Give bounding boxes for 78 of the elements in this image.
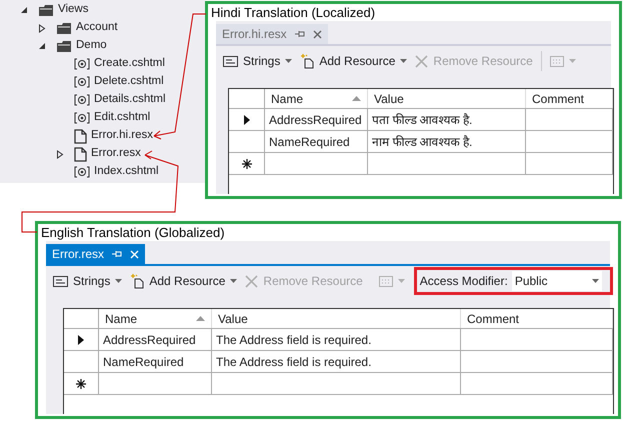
expanded-arrow-icon[interactable] — [38, 42, 46, 50]
razor-file-icon — [74, 58, 90, 70]
table-cell-text: AddressRequired — [269, 112, 362, 128]
panel-title: English Translation (Globalized) — [40, 224, 226, 241]
add-document-icon — [300, 54, 314, 68]
razor-file-icon — [74, 166, 90, 178]
document-icon — [74, 146, 87, 162]
tab-label: Error.hi.resx — [222, 26, 287, 43]
column-header[interactable]: Name — [99, 309, 212, 328]
column-header[interactable]: Comment — [461, 309, 613, 328]
delete-icon — [415, 54, 428, 68]
table-cell-text: NameRequired — [269, 134, 350, 150]
dropdown-caret-icon — [398, 279, 405, 283]
folder-icon — [56, 22, 72, 34]
add-toolbar-button[interactable]: Add Resource — [296, 50, 412, 72]
sort-arrow-icon — [352, 96, 361, 101]
document-icon — [74, 128, 87, 144]
current-row-icon — [78, 334, 84, 344]
tree-item[interactable]: Index.cshtml — [94, 163, 159, 181]
current-row-icon — [244, 114, 250, 124]
dropdown-caret-icon — [568, 59, 576, 63]
tree-item[interactable]: Demo — [76, 37, 107, 55]
grid-view-icon — [378, 276, 393, 286]
tree-item[interactable]: Edit.cshtml — [94, 109, 150, 127]
dropdown-caret-icon — [115, 279, 122, 283]
grid-row[interactable]: AddressRequired The Address field is required. — [64, 329, 613, 351]
close-icon[interactable] — [312, 30, 322, 38]
dropdown-caret-icon — [285, 59, 292, 63]
grid-row[interactable]: NameRequired The Address field is required. — [64, 351, 613, 373]
table-cell-text: NameRequired — [103, 354, 184, 370]
grid-row[interactable]: AddressRequired पता फील्ड आवश्यक है. — [229, 109, 613, 131]
table-cell-text: AddressRequired — [103, 332, 196, 348]
table-cell-text: The Address field is required. — [216, 332, 372, 348]
column-header[interactable]: Comment — [526, 89, 613, 108]
grid-row[interactable] — [229, 153, 613, 175]
column-header[interactable]: Value — [368, 89, 526, 108]
document-tab[interactable]: Error.hi.resx — [216, 24, 328, 44]
dropdown-caret-icon — [400, 59, 408, 63]
grid-view-icon — [550, 56, 564, 66]
grid-row[interactable]: NameRequired नाम फील्ड आवश्यक है. — [229, 131, 613, 153]
tree-item[interactable]: Create.cshtml — [94, 55, 165, 73]
new-row-icon — [76, 378, 86, 388]
tree-item[interactable]: Details.cshtml — [94, 91, 166, 109]
column-header[interactable]: Name — [265, 89, 368, 108]
strings-toolbar-button[interactable]: Strings — [219, 50, 296, 72]
strings-toolbar-button[interactable]: Strings — [49, 270, 126, 292]
table-cell-text: पता फील्ड आवश्यक है. — [372, 112, 472, 128]
folder-icon — [56, 40, 72, 52]
pin-icon[interactable] — [294, 30, 305, 38]
tree-item[interactable]: Error.hi.resx — [91, 127, 153, 145]
tree-item[interactable]: Error.resx — [91, 145, 141, 163]
add-toolbar-button[interactable]: Add Resource — [126, 270, 242, 292]
tab-label: Error.resx — [52, 246, 104, 263]
table-cell-text: नाम फील्ड आवश्यक है. — [372, 134, 472, 150]
panel-title: Hindi Translation (Localized) — [210, 4, 376, 21]
razor-file-icon — [74, 94, 90, 106]
access-modifier-label: Access Modifier: — [420, 273, 508, 290]
tree-item[interactable]: Views — [58, 1, 88, 19]
dropdown-caret-icon — [592, 279, 599, 283]
table-cell-text: The Address field is required. — [216, 354, 372, 370]
folder-icon — [38, 4, 54, 16]
access-modifier-dropdown[interactable]: Public — [512, 271, 602, 291]
expanded-arrow-icon[interactable] — [20, 6, 28, 14]
collapsed-arrow-icon[interactable] — [56, 150, 64, 158]
tree-item[interactable]: Delete.cshtml — [94, 73, 164, 91]
column-header[interactable]: Value — [212, 309, 461, 328]
collapsed-arrow-icon[interactable] — [38, 24, 46, 32]
new-row-icon — [242, 158, 252, 168]
add-document-icon — [130, 274, 144, 288]
razor-file-icon — [74, 112, 90, 124]
strings-icon — [53, 276, 68, 286]
grid-row[interactable] — [64, 373, 613, 395]
dropdown-caret-icon — [230, 279, 238, 283]
sort-arrow-icon — [196, 316, 205, 321]
strings-icon — [223, 56, 238, 66]
razor-file-icon — [74, 76, 90, 88]
delete-icon — [245, 274, 258, 288]
tree-item[interactable]: Account — [76, 19, 118, 37]
